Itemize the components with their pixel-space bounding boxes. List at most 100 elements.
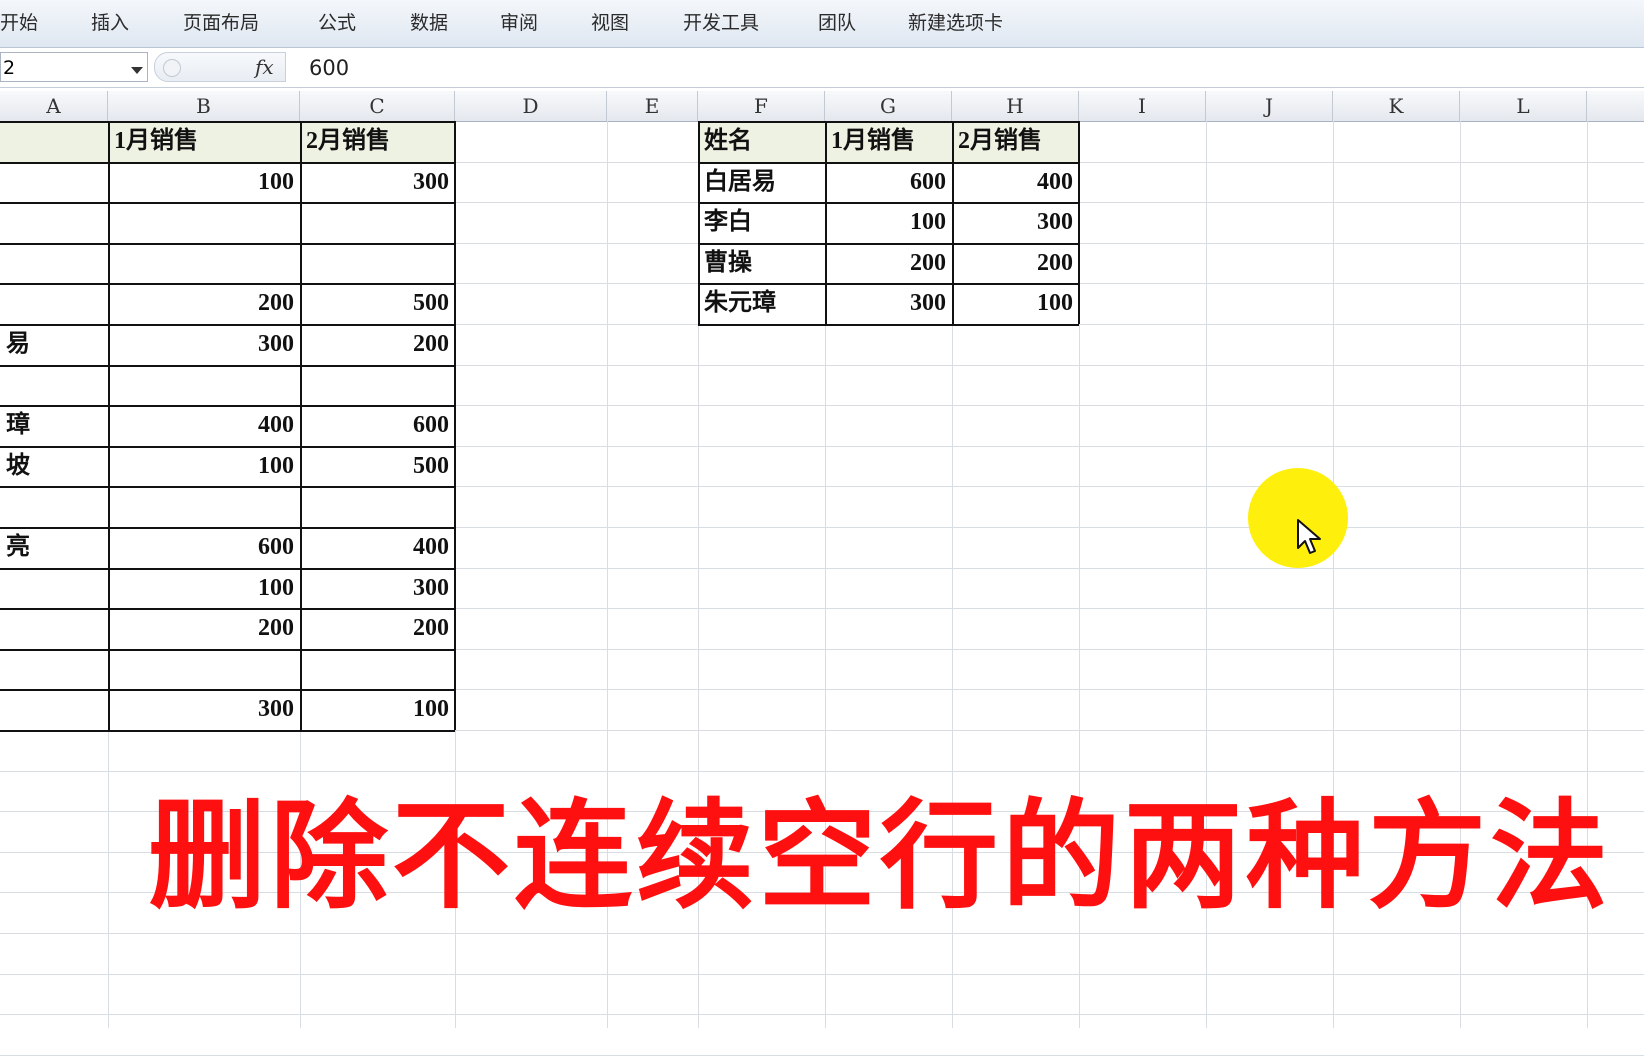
tab-formulas[interactable]: 公式 (318, 10, 356, 36)
tab-new-tab[interactable]: 新建选项卡 (908, 10, 1003, 36)
cell-jan-sales[interactable]: 200 (108, 283, 300, 324)
cell-name[interactable] (0, 162, 108, 203)
cell-feb-sales[interactable]: 300 (300, 162, 455, 203)
cell-jan-sales[interactable]: 300 (825, 283, 952, 324)
cell-feb-sales[interactable]: 300 (952, 202, 1079, 243)
cell-name[interactable] (0, 608, 108, 649)
cell-feb-sales[interactable]: 600 (300, 405, 455, 446)
cell-feb-sales[interactable] (300, 486, 455, 527)
column-header-k[interactable]: K (1333, 91, 1460, 121)
cell-feb-sales[interactable] (300, 649, 455, 690)
name-box[interactable]: 2 (0, 52, 148, 82)
cell-name[interactable]: 易 (0, 324, 108, 365)
table-border (0, 283, 455, 285)
cell-jan-sales[interactable]: 600 (825, 162, 952, 203)
cell-feb-sales[interactable]: 400 (952, 162, 1079, 203)
cell-feb-sales[interactable]: 500 (300, 283, 455, 324)
cell-name[interactable] (0, 568, 108, 609)
cell-feb-sales[interactable]: 200 (300, 324, 455, 365)
tab-data[interactable]: 数据 (410, 10, 448, 36)
column-header-c[interactable]: C (300, 91, 455, 121)
cell-jan-sales[interactable]: 100 (108, 162, 300, 203)
column-header-a[interactable]: A (0, 91, 108, 121)
cell-feb-sales[interactable] (300, 365, 455, 406)
fx-icon[interactable]: 𝑓x (255, 53, 274, 81)
cancel-circle-icon[interactable] (163, 59, 181, 77)
cell-name[interactable]: 曹操 (698, 243, 825, 284)
table-border (698, 283, 1079, 285)
cell-jan-sales[interactable] (108, 649, 300, 690)
cell-jan-sales[interactable] (108, 202, 300, 243)
header-cell-name[interactable] (0, 121, 108, 162)
tab-insert[interactable]: 插入 (91, 10, 129, 36)
header-cell-jan[interactable]: 1月销售 (108, 121, 300, 162)
cell-name[interactable]: 璋 (0, 405, 108, 446)
table-border (0, 202, 455, 204)
ribbon-tab-strip: 开始 插入 页面布局 公式 数据 审阅 视图 开发工具 团队 新建选项卡 (0, 0, 1644, 48)
cell-name[interactable] (0, 649, 108, 690)
column-header-b[interactable]: B (108, 91, 300, 121)
table-border (454, 121, 456, 730)
table-border (0, 405, 455, 407)
cell-jan-sales[interactable] (108, 243, 300, 284)
cell-name[interactable] (0, 202, 108, 243)
cell-jan-sales[interactable]: 100 (108, 446, 300, 487)
cell-name[interactable] (0, 283, 108, 324)
tab-home[interactable]: 开始 (0, 10, 38, 36)
cell-name[interactable] (0, 243, 108, 284)
table-border (698, 324, 1079, 326)
cell-feb-sales[interactable]: 100 (300, 689, 455, 730)
column-header-j[interactable]: J (1206, 91, 1333, 121)
column-header-d[interactable]: D (455, 91, 607, 121)
header-cell-jan[interactable]: 1月销售 (825, 121, 952, 162)
header-cell-name[interactable]: 姓名 (698, 121, 825, 162)
cell-feb-sales[interactable]: 100 (952, 283, 1079, 324)
cell-jan-sales[interactable] (108, 365, 300, 406)
table-border (0, 689, 455, 691)
cell-feb-sales[interactable]: 200 (300, 608, 455, 649)
column-header-i[interactable]: I (1079, 91, 1206, 121)
cell-jan-sales[interactable] (108, 486, 300, 527)
tab-page-layout[interactable]: 页面布局 (183, 10, 259, 36)
tab-review[interactable]: 审阅 (500, 10, 538, 36)
cell-feb-sales[interactable] (300, 243, 455, 284)
cell-name[interactable] (0, 365, 108, 406)
table-border (698, 162, 1079, 164)
table-border (698, 121, 700, 324)
column-header-h[interactable]: H (952, 91, 1079, 121)
cell-name[interactable] (0, 689, 108, 730)
cell-feb-sales[interactable]: 500 (300, 446, 455, 487)
cell-jan-sales[interactable]: 600 (108, 527, 300, 568)
column-header-e[interactable]: E (607, 91, 698, 121)
table-border (698, 243, 1079, 245)
cell-name[interactable]: 白居易 (698, 162, 825, 203)
cell-feb-sales[interactable]: 400 (300, 527, 455, 568)
column-header-f[interactable]: F (698, 91, 825, 121)
cell-name[interactable]: 李白 (698, 202, 825, 243)
column-header-g[interactable]: G (825, 91, 952, 121)
cell-feb-sales[interactable]: 200 (952, 243, 1079, 284)
formula-input[interactable]: 600 (309, 53, 349, 83)
header-cell-feb[interactable]: 2月销售 (300, 121, 455, 162)
cell-jan-sales[interactable]: 100 (108, 568, 300, 609)
cell-feb-sales[interactable]: 300 (300, 568, 455, 609)
cell-jan-sales[interactable]: 300 (108, 324, 300, 365)
cell-jan-sales[interactable]: 300 (108, 689, 300, 730)
cell-jan-sales[interactable]: 100 (825, 202, 952, 243)
cell-jan-sales[interactable]: 400 (108, 405, 300, 446)
cell-jan-sales[interactable]: 200 (825, 243, 952, 284)
tab-team[interactable]: 团队 (818, 10, 856, 36)
cell-name[interactable]: 亮 (0, 527, 108, 568)
cell-name[interactable]: 坡 (0, 446, 108, 487)
header-cell-feb[interactable]: 2月销售 (952, 121, 1079, 162)
chevron-down-icon[interactable] (131, 67, 143, 74)
cell-jan-sales[interactable]: 200 (108, 608, 300, 649)
grid-hline (0, 974, 1644, 975)
cell-name[interactable] (0, 486, 108, 527)
column-header-l[interactable]: L (1460, 91, 1587, 121)
grid-hline (0, 771, 1644, 772)
tab-developer[interactable]: 开发工具 (683, 10, 759, 36)
cell-name[interactable]: 朱元璋 (698, 283, 825, 324)
tab-view[interactable]: 视图 (591, 10, 629, 36)
cell-feb-sales[interactable] (300, 202, 455, 243)
